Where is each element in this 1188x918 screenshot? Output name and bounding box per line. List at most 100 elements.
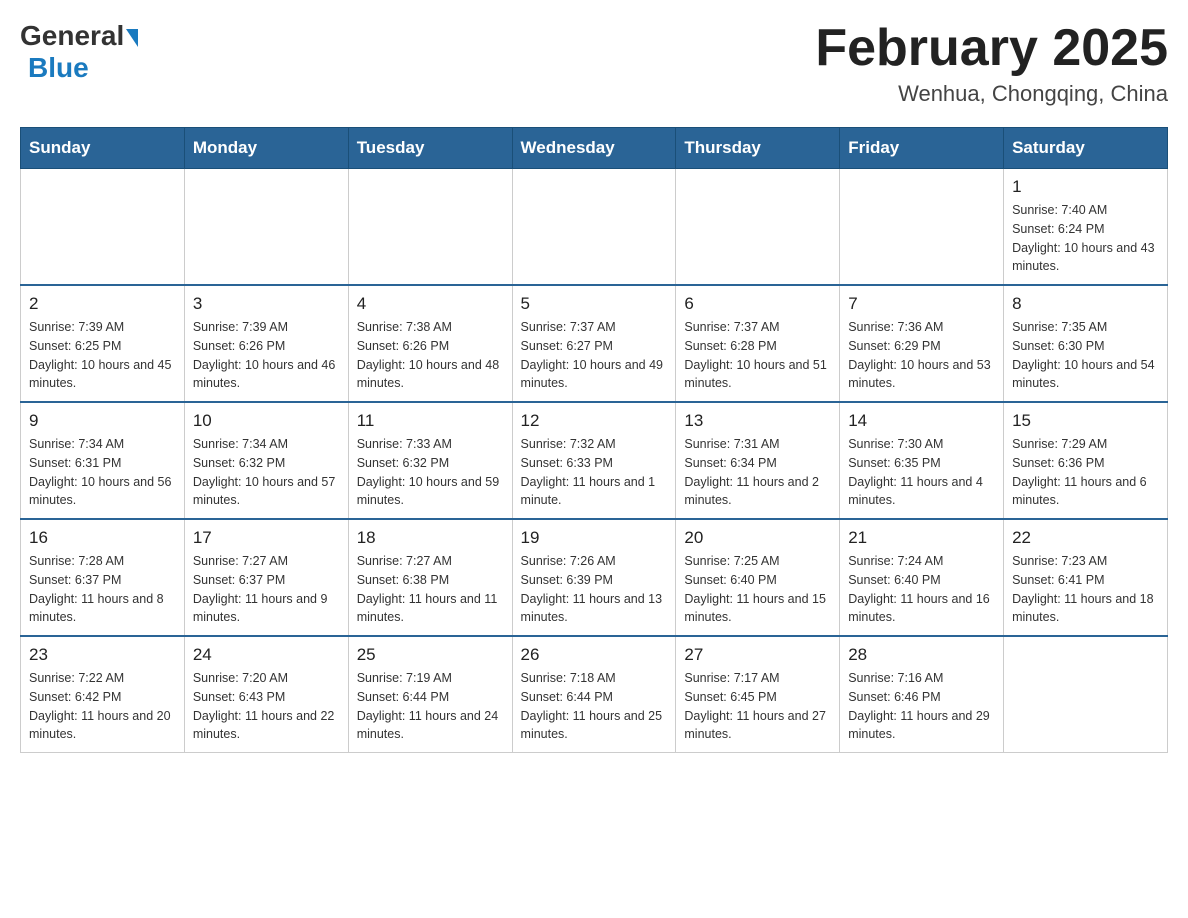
calendar-cell: 21 Sunrise: 7:24 AMSunset: 6:40 PMDayligh…: [840, 519, 1004, 636]
page-header: General Blue February 2025 Wenhua, Chong…: [20, 20, 1168, 107]
calendar-cell: 1 Sunrise: 7:40 AMSunset: 6:24 PMDaylight…: [1004, 169, 1168, 286]
calendar-cell: [676, 169, 840, 286]
day-info: Sunrise: 7:26 AMSunset: 6:39 PMDaylight:…: [521, 552, 668, 627]
day-info: Sunrise: 7:28 AMSunset: 6:37 PMDaylight:…: [29, 552, 176, 627]
day-number: 12: [521, 411, 668, 431]
day-number: 8: [1012, 294, 1159, 314]
day-info: Sunrise: 7:20 AMSunset: 6:43 PMDaylight:…: [193, 669, 340, 744]
day-number: 1: [1012, 177, 1159, 197]
calendar-cell: [840, 169, 1004, 286]
calendar-cell: [184, 169, 348, 286]
calendar-cell: [348, 169, 512, 286]
day-info: Sunrise: 7:34 AMSunset: 6:31 PMDaylight:…: [29, 435, 176, 510]
title-area: February 2025 Wenhua, Chongqing, China: [815, 20, 1168, 107]
calendar-cell: 12Sunrise: 7:32 AMSunset: 6:33 PMDayligh…: [512, 402, 676, 519]
day-info: Sunrise: 7:33 AMSunset: 6:32 PMDaylight:…: [357, 435, 504, 510]
calendar-week-row: 2Sunrise: 7:39 AMSunset: 6:25 PMDaylight…: [21, 285, 1168, 402]
day-info: Sunrise: 7:17 AMSunset: 6:45 PMDaylight:…: [684, 669, 831, 744]
day-number: 5: [521, 294, 668, 314]
day-number: 14: [848, 411, 995, 431]
calendar-week-row: 16 Sunrise: 7:28 AMSunset: 6:37 PMDayligh…: [21, 519, 1168, 636]
calendar-cell: 18 Sunrise: 7:27 AMSunset: 6:38 PMDayligh…: [348, 519, 512, 636]
day-number: 13: [684, 411, 831, 431]
day-number: 3: [193, 294, 340, 314]
day-number: 28: [848, 645, 995, 665]
calendar-header-wednesday: Wednesday: [512, 128, 676, 169]
day-info: Sunrise: 7:38 AMSunset: 6:26 PMDaylight:…: [357, 318, 504, 393]
day-number: 17: [193, 528, 340, 548]
calendar-cell: [512, 169, 676, 286]
day-number: 25: [357, 645, 504, 665]
calendar-cell: 11Sunrise: 7:33 AMSunset: 6:32 PMDayligh…: [348, 402, 512, 519]
calendar-header-tuesday: Tuesday: [348, 128, 512, 169]
calendar-cell: [21, 169, 185, 286]
day-number: 15: [1012, 411, 1159, 431]
day-number: 26: [521, 645, 668, 665]
calendar-cell: [1004, 636, 1168, 753]
day-number: 9: [29, 411, 176, 431]
calendar-header-thursday: Thursday: [676, 128, 840, 169]
calendar-header-saturday: Saturday: [1004, 128, 1168, 169]
logo-general-text: General: [20, 20, 124, 52]
calendar-cell: 25 Sunrise: 7:19 AMSunset: 6:44 PMDayligh…: [348, 636, 512, 753]
calendar-cell: 28 Sunrise: 7:16 AMSunset: 6:46 PMDayligh…: [840, 636, 1004, 753]
calendar-cell: 4 Sunrise: 7:38 AMSunset: 6:26 PMDaylight…: [348, 285, 512, 402]
day-info: Sunrise: 7:29 AMSunset: 6:36 PMDaylight:…: [1012, 435, 1159, 510]
day-info: Sunrise: 7:36 AMSunset: 6:29 PMDaylight:…: [848, 318, 995, 393]
calendar-cell: 6 Sunrise: 7:37 AMSunset: 6:28 PMDaylight…: [676, 285, 840, 402]
calendar-cell: 15 Sunrise: 7:29 AMSunset: 6:36 PMDayligh…: [1004, 402, 1168, 519]
calendar-cell: 13Sunrise: 7:31 AMSunset: 6:34 PMDayligh…: [676, 402, 840, 519]
day-info: Sunrise: 7:27 AMSunset: 6:38 PMDaylight:…: [357, 552, 504, 627]
calendar-header-sunday: Sunday: [21, 128, 185, 169]
day-number: 2: [29, 294, 176, 314]
day-info: Sunrise: 7:25 AMSunset: 6:40 PMDaylight:…: [684, 552, 831, 627]
calendar-cell: 5Sunrise: 7:37 AMSunset: 6:27 PMDaylight…: [512, 285, 676, 402]
day-info: Sunrise: 7:19 AMSunset: 6:44 PMDaylight:…: [357, 669, 504, 744]
calendar-header-row: SundayMondayTuesdayWednesdayThursdayFrid…: [21, 128, 1168, 169]
calendar-week-row: 23Sunrise: 7:22 AMSunset: 6:42 PMDayligh…: [21, 636, 1168, 753]
day-info: Sunrise: 7:30 AMSunset: 6:35 PMDaylight:…: [848, 435, 995, 510]
day-info: Sunrise: 7:16 AMSunset: 6:46 PMDaylight:…: [848, 669, 995, 744]
logo-general: General: [20, 20, 138, 52]
calendar-cell: 10Sunrise: 7:34 AMSunset: 6:32 PMDayligh…: [184, 402, 348, 519]
calendar-cell: 16 Sunrise: 7:28 AMSunset: 6:37 PMDayligh…: [21, 519, 185, 636]
logo-arrow-icon: [126, 29, 138, 47]
logo-blue-text: Blue: [28, 52, 89, 84]
day-info: Sunrise: 7:37 AMSunset: 6:28 PMDaylight:…: [684, 318, 831, 393]
day-number: 16: [29, 528, 176, 548]
calendar-cell: 27 Sunrise: 7:17 AMSunset: 6:45 PMDayligh…: [676, 636, 840, 753]
calendar-header-friday: Friday: [840, 128, 1004, 169]
calendar-cell: 7 Sunrise: 7:36 AMSunset: 6:29 PMDaylight…: [840, 285, 1004, 402]
calendar-week-row: 9 Sunrise: 7:34 AMSunset: 6:31 PMDaylight…: [21, 402, 1168, 519]
day-info: Sunrise: 7:35 AMSunset: 6:30 PMDaylight:…: [1012, 318, 1159, 393]
calendar-cell: 24 Sunrise: 7:20 AMSunset: 6:43 PMDayligh…: [184, 636, 348, 753]
calendar-week-row: 1 Sunrise: 7:40 AMSunset: 6:24 PMDaylight…: [21, 169, 1168, 286]
day-info: Sunrise: 7:22 AMSunset: 6:42 PMDaylight:…: [29, 669, 176, 744]
day-info: Sunrise: 7:27 AMSunset: 6:37 PMDaylight:…: [193, 552, 340, 627]
day-number: 24: [193, 645, 340, 665]
calendar-cell: 3 Sunrise: 7:39 AMSunset: 6:26 PMDaylight…: [184, 285, 348, 402]
location-text: Wenhua, Chongqing, China: [815, 81, 1168, 107]
calendar-cell: 23Sunrise: 7:22 AMSunset: 6:42 PMDayligh…: [21, 636, 185, 753]
day-number: 4: [357, 294, 504, 314]
day-number: 7: [848, 294, 995, 314]
calendar-cell: 9 Sunrise: 7:34 AMSunset: 6:31 PMDaylight…: [21, 402, 185, 519]
day-info: Sunrise: 7:18 AMSunset: 6:44 PMDaylight:…: [521, 669, 668, 744]
calendar-cell: 17 Sunrise: 7:27 AMSunset: 6:37 PMDayligh…: [184, 519, 348, 636]
calendar-cell: 2Sunrise: 7:39 AMSunset: 6:25 PMDaylight…: [21, 285, 185, 402]
day-number: 6: [684, 294, 831, 314]
day-number: 21: [848, 528, 995, 548]
day-number: 18: [357, 528, 504, 548]
logo: General Blue: [20, 20, 138, 84]
calendar-header-monday: Monday: [184, 128, 348, 169]
day-info: Sunrise: 7:40 AMSunset: 6:24 PMDaylight:…: [1012, 201, 1159, 276]
day-info: Sunrise: 7:39 AMSunset: 6:26 PMDaylight:…: [193, 318, 340, 393]
day-info: Sunrise: 7:24 AMSunset: 6:40 PMDaylight:…: [848, 552, 995, 627]
day-number: 20: [684, 528, 831, 548]
calendar-cell: 19Sunrise: 7:26 AMSunset: 6:39 PMDayligh…: [512, 519, 676, 636]
day-number: 10: [193, 411, 340, 431]
calendar-cell: 14 Sunrise: 7:30 AMSunset: 6:35 PMDayligh…: [840, 402, 1004, 519]
day-number: 27: [684, 645, 831, 665]
day-number: 22: [1012, 528, 1159, 548]
calendar-table: SundayMondayTuesdayWednesdayThursdayFrid…: [20, 127, 1168, 753]
